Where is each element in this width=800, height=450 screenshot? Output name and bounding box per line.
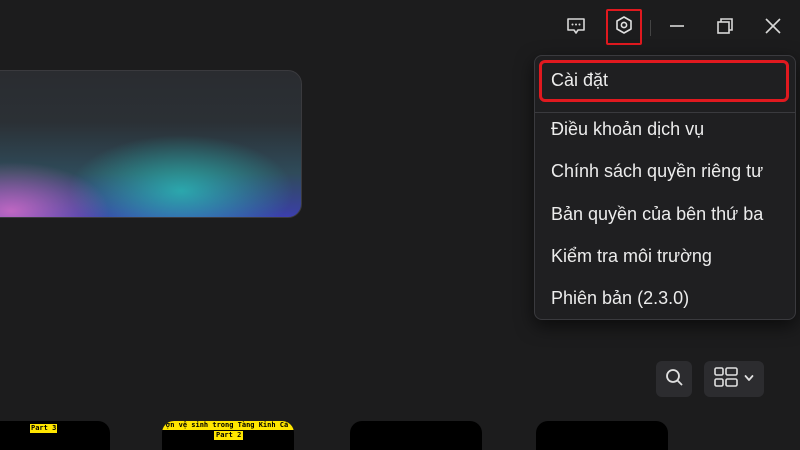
chevron-down-icon <box>744 370 754 388</box>
menu-item-third-party-copyright[interactable]: Bản quyền của bên thứ ba <box>551 204 763 225</box>
promo-banner[interactable] <box>0 70 302 218</box>
thumbnail-caption: Part 2 <box>214 431 244 440</box>
video-thumbnail[interactable]: ợn vệ sinh trong Tàng Kinh Cá Part 2 <box>162 421 294 450</box>
menu-item-terms-of-service[interactable]: Điều khoản dịch vụ <box>551 119 704 140</box>
search-icon <box>664 367 684 392</box>
view-mode-button[interactable] <box>704 361 764 397</box>
close-icon <box>763 16 783 41</box>
feedback-button[interactable] <box>558 10 594 46</box>
video-thumbnail[interactable] <box>350 421 482 450</box>
menu-item-settings[interactable]: Cài đặt <box>551 70 608 91</box>
search-button[interactable] <box>656 361 692 397</box>
close-button[interactable] <box>755 10 791 46</box>
video-thumbnail[interactable]: Part 3 <box>0 421 110 450</box>
restore-button[interactable] <box>707 10 743 46</box>
menu-item-environment-check[interactable]: Kiểm tra môi trường <box>551 246 712 267</box>
titlebar-divider <box>650 20 651 36</box>
menu-item-privacy-policy[interactable]: Chính sách quyền riêng tư <box>551 161 763 182</box>
grid-view-icon <box>714 366 738 392</box>
video-thumbnail[interactable] <box>536 421 668 450</box>
thumbnail-caption: Part 3 <box>30 424 58 433</box>
settings-button[interactable] <box>606 9 642 45</box>
thumbnail-caption: ợn vệ sinh trong Tàng Kinh Cá <box>162 421 294 430</box>
minimize-button[interactable] <box>659 10 695 46</box>
menu-divider <box>535 112 795 113</box>
feedback-icon <box>566 16 586 41</box>
restore-icon <box>715 16 735 41</box>
settings-dropdown-menu: Cài đặt Điều khoản dịch vụ Chính sách qu… <box>534 55 796 320</box>
menu-item-version[interactable]: Phiên bản (2.3.0) <box>551 288 689 309</box>
minimize-icon <box>667 16 687 41</box>
settings-icon <box>614 15 634 40</box>
